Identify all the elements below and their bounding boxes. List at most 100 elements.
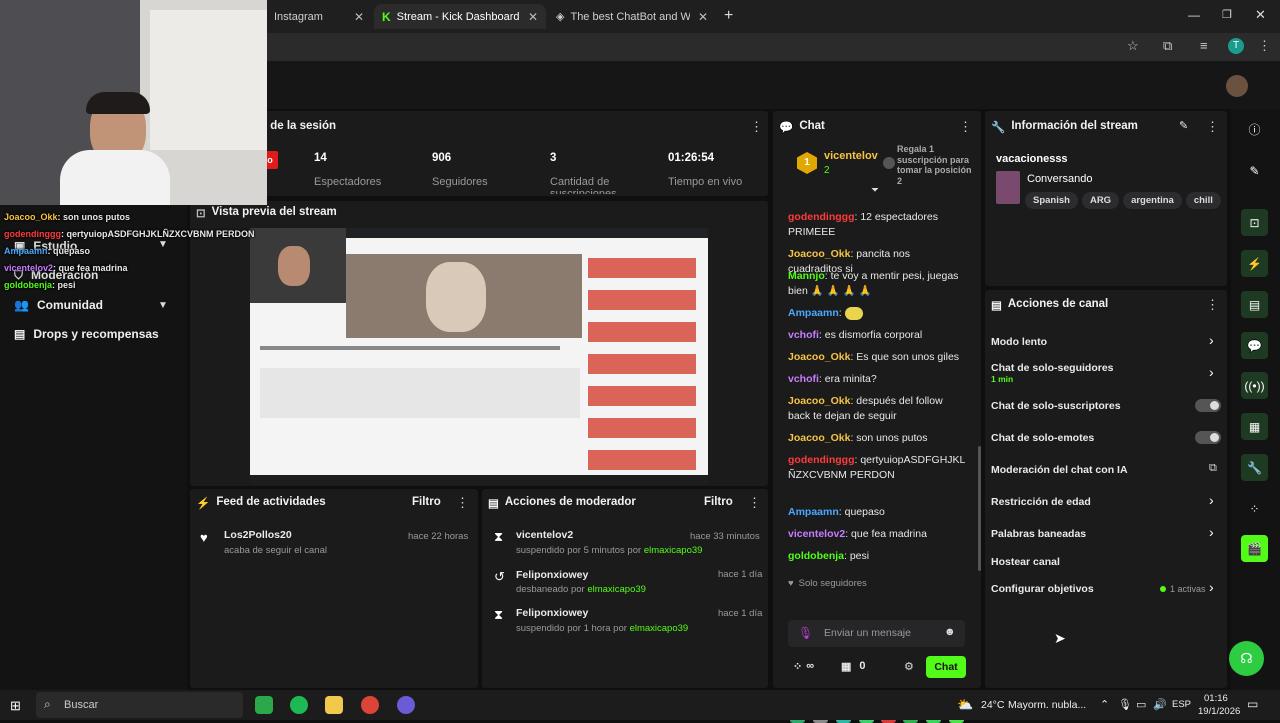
- apps-icon[interactable]: ⁘: [1241, 495, 1268, 522]
- close-icon[interactable]: ✕: [528, 10, 538, 24]
- chat-message: vicentelov2: que fea madrina: [788, 527, 966, 549]
- chat-input[interactable]: 🎙 Enviar un mensaje ☻: [788, 620, 965, 647]
- star-icon[interactable]: ☆: [1127, 38, 1139, 54]
- bolt-icon[interactable]: ⚡: [1241, 250, 1268, 277]
- maximize-icon[interactable]: ❐: [1222, 8, 1232, 21]
- mod-item-name[interactable]: Feliponxiowey: [516, 569, 588, 581]
- chat-input-placeholder: Enviar un mensaje: [824, 627, 911, 639]
- tab-chatbot[interactable]: ◈ The best ChatBot and Widgets ✕: [548, 4, 716, 29]
- menu-icon[interactable]: ⋮: [1258, 38, 1271, 54]
- window-close-icon[interactable]: ✕: [1255, 7, 1266, 23]
- chat-icon[interactable]: 💬: [1241, 332, 1268, 359]
- filter-button[interactable]: Filtro: [704, 496, 733, 508]
- right-icon-rail: [1231, 109, 1280, 690]
- list-icon[interactable]: ▤: [1241, 291, 1268, 318]
- app-icon[interactable]: [255, 696, 273, 714]
- help-chat-button[interactable]: ☊: [1229, 641, 1264, 676]
- media-icon[interactable]: ≡: [1200, 38, 1208, 53]
- mic-icon[interactable]: 🎙: [1118, 698, 1132, 711]
- broadcast-icon[interactable]: ((•)): [1241, 372, 1268, 399]
- mod-item-name[interactable]: Feliponxiowey: [516, 607, 588, 619]
- top-gifter-name[interactable]: vicentelov: [824, 150, 878, 162]
- store-display[interactable]: ▦0: [841, 660, 866, 673]
- profile-avatar[interactable]: T: [1228, 38, 1244, 54]
- close-icon[interactable]: ✕: [698, 10, 708, 24]
- tag[interactable]: Spanish: [1025, 192, 1078, 209]
- more-icon[interactable]: ⋮: [456, 495, 468, 511]
- minimize-icon[interactable]: —: [1188, 8, 1200, 22]
- extensions-icon[interactable]: ⧉: [1163, 38, 1172, 54]
- collapse-icon[interactable]: ⏷: [871, 185, 879, 196]
- preview-icon[interactable]: ⊡: [1241, 209, 1268, 236]
- tag[interactable]: ARG: [1082, 192, 1119, 209]
- host-channel-label[interactable]: Hostear canal: [991, 556, 1060, 568]
- goals-label[interactable]: Configurar objetivos: [991, 583, 1094, 595]
- clock-time[interactable]: 01:16: [1204, 693, 1228, 704]
- points-display[interactable]: ⁘∞: [793, 660, 814, 673]
- chevron-right-icon[interactable]: ›: [1209, 492, 1214, 508]
- language-indicator[interactable]: ESP: [1172, 699, 1191, 710]
- more-icon[interactable]: ⋮: [959, 119, 971, 135]
- weather-temp[interactable]: 24°C: [981, 699, 1004, 711]
- tag[interactable]: argentina: [1123, 192, 1182, 209]
- clapper-icon[interactable]: 🎬: [1241, 535, 1268, 562]
- chevron-right-icon[interactable]: ›: [1209, 524, 1214, 540]
- stream-video[interactable]: [250, 228, 708, 485]
- new-tab-button[interactable]: +: [724, 7, 733, 25]
- followers-only-label: ♥Solo seguidores: [788, 578, 867, 589]
- user-avatar[interactable]: [1226, 75, 1248, 97]
- pencil-icon[interactable]: ✎: [1179, 119, 1188, 132]
- tab-kick-dashboard[interactable]: K Stream - Kick Dashboard ✕: [374, 4, 546, 29]
- taskbar-search[interactable]: ⌕ Buscar: [36, 692, 243, 718]
- more-icon[interactable]: ⋮: [1206, 119, 1218, 135]
- discord-icon[interactable]: [397, 696, 415, 714]
- subscribers-only-toggle[interactable]: [1195, 399, 1221, 412]
- channel-actions-header: ▤Acciones de canal: [991, 298, 1108, 312]
- settings-icon[interactable]: ⚙: [904, 660, 914, 673]
- windows-start-icon[interactable]: ⊞: [10, 698, 21, 714]
- info-icon[interactable]: ⓘ: [1241, 116, 1268, 143]
- chevron-right-icon[interactable]: ›: [1209, 364, 1214, 380]
- chevron-right-icon[interactable]: ›: [1209, 332, 1214, 348]
- external-link-icon[interactable]: ⧉: [1209, 462, 1217, 475]
- overlay-chat-line: Joacoo_Okk: son unos putos: [4, 212, 264, 229]
- more-icon[interactable]: ⋮: [750, 119, 762, 135]
- wrench-icon[interactable]: 🔧: [1241, 454, 1268, 481]
- chrome-icon[interactable]: [361, 696, 379, 714]
- more-icon[interactable]: ⋮: [1206, 297, 1218, 313]
- more-icon[interactable]: ⋮: [748, 495, 760, 511]
- network-icon[interactable]: ▭: [1136, 698, 1146, 711]
- folder-icon[interactable]: [325, 696, 343, 714]
- emoji-icon[interactable]: ☻: [944, 626, 956, 638]
- clock-date[interactable]: 19/1/2026: [1198, 706, 1240, 717]
- volume-icon[interactable]: 🔊: [1153, 698, 1167, 711]
- followers-only-chat-label[interactable]: Chat de solo-seguidores: [991, 362, 1114, 374]
- emotes-only-toggle[interactable]: [1195, 431, 1221, 444]
- mod-item-name[interactable]: vicentelov2: [516, 529, 573, 541]
- sidebar-item-comunidad[interactable]: 👥Comunidad: [14, 298, 103, 312]
- tag[interactable]: chill: [1186, 192, 1221, 209]
- banned-words-label[interactable]: Palabras baneadas: [991, 528, 1086, 540]
- category-name[interactable]: Conversando: [1027, 173, 1092, 185]
- spotify-icon[interactable]: [290, 696, 308, 714]
- slow-mode-label[interactable]: Modo lento: [991, 336, 1047, 348]
- notifications-icon[interactable]: ▭: [1247, 697, 1258, 711]
- weather-desc[interactable]: Mayorm. nubla...: [1008, 699, 1086, 711]
- chevron-down-icon[interactable]: ▼: [158, 300, 168, 311]
- close-icon[interactable]: ✕: [354, 10, 364, 24]
- pencil-icon[interactable]: ✎: [1241, 157, 1268, 184]
- age-restriction-label[interactable]: Restricción de edad: [991, 496, 1091, 508]
- feed-item-name[interactable]: Los2Pollos20: [224, 529, 292, 541]
- tab-instagram[interactable]: Instagram ✕: [262, 4, 372, 29]
- chat-scrollbar[interactable]: [978, 446, 981, 571]
- mic-icon[interactable]: 🎙: [798, 626, 813, 640]
- chevron-right-icon[interactable]: ›: [1209, 579, 1214, 595]
- filter-button[interactable]: Filtro: [412, 496, 441, 508]
- gift-promo[interactable]: Regala 1 suscripción para tomar la posic…: [897, 144, 973, 186]
- ai-moderation-label[interactable]: Moderación del chat con IA: [991, 464, 1128, 476]
- stream-info-header: 🔧Información del stream: [991, 120, 1138, 134]
- channel-icon[interactable]: ▦: [1241, 413, 1268, 440]
- sidebar-item-drops[interactable]: ▤Drops y recompensas: [14, 327, 159, 341]
- tray-chevron-icon[interactable]: ⌃: [1100, 698, 1109, 711]
- send-chat-button[interactable]: Chat: [926, 656, 966, 678]
